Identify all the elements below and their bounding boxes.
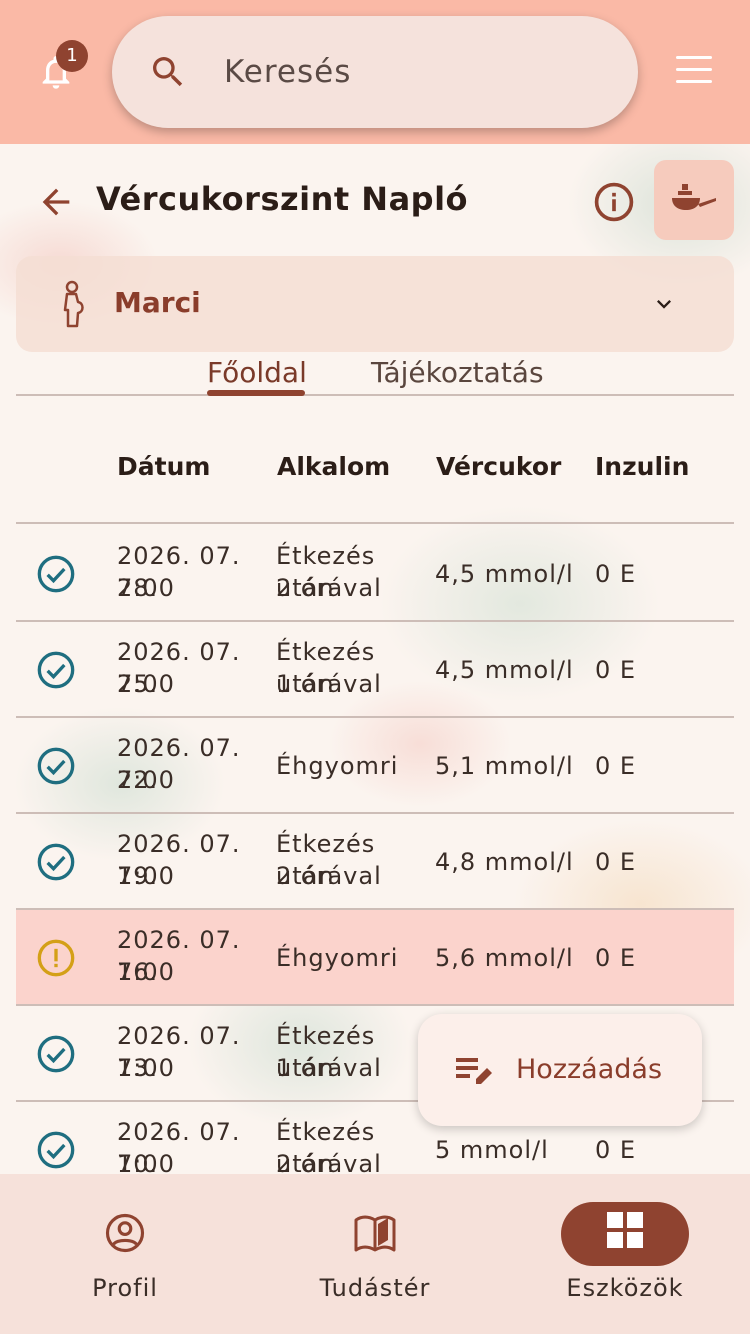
check-circle-icon [37,555,75,593]
entry-insulin: 0 E [595,944,637,972]
nav-item-profile[interactable]: Profil [0,1174,250,1334]
entry-occasion-detail: 1 órával [276,670,382,698]
entry-time: 7:00 [117,1150,175,1174]
spoon-icon [672,184,716,210]
entry-blood-sugar: 4,5 mmol/l [435,560,574,588]
add-entry-button[interactable]: Hozzáadás [418,1014,702,1126]
profile-name: Marci [114,286,201,319]
entry-insulin: 0 E [595,752,637,780]
nav-label-tools: Eszközök [566,1274,684,1302]
bottom-navigation: Profil Tudástér Eszközök [0,1174,750,1334]
check-circle-icon [37,1035,75,1073]
entry-occasion: Éhgyomri [276,944,399,972]
entry-insulin: 0 E [595,560,637,588]
nav-item-tools[interactable]: Eszközök [500,1174,750,1334]
entry-insulin: 0 E [595,1136,637,1164]
table-row[interactable]: 2026. 07. 22. 7:00 Éhgyomri 5,1 mmol/l 0 E [16,718,734,814]
table-row[interactable]: 2026. 07. 25. 7:00 Étkezés után 1 órával 4,5… [16,622,734,718]
entry-occasion: Éhgyomri [276,752,399,780]
column-header-insulin: Inzulin [595,452,690,481]
search-icon [153,57,183,87]
page-title: Vércukorszint Napló [96,180,469,218]
chevron-down-icon [657,300,671,309]
arrow-back-icon[interactable] [36,182,76,222]
tab-information[interactable]: Tájékoztatás [371,356,544,389]
entry-time: 7:00 [117,1054,175,1082]
entry-blood-sugar: 4,5 mmol/l [435,656,574,684]
entry-occasion-detail: 2 órával [276,1150,382,1174]
entry-blood-sugar: 5 mmol/l [435,1136,549,1164]
table-row[interactable]: 2026. 07. 19. 7:00 Étkezés után 2 órával 4,8… [16,814,734,910]
check-circle-icon [37,651,75,689]
top-app-bar: 1 [0,0,750,144]
add-entry-label: Hozzáadás [516,1054,663,1085]
entry-time: 7:00 [117,574,175,602]
entry-time: 7:00 [117,766,175,794]
table-header: Dátum Alkalom Vércukor Inzulin [16,396,734,524]
entry-occasion-detail: 1 órával [276,1054,382,1082]
search-input[interactable] [224,46,604,98]
entry-insulin: 0 E [595,848,637,876]
entry-insulin: 0 E [595,656,637,684]
hamburger-menu-icon[interactable] [676,56,712,88]
info-icon[interactable] [592,180,636,224]
nav-label-knowledge: Tudástér [319,1274,431,1302]
search-bar[interactable] [112,16,638,128]
entry-occasion-detail: 2 órával [276,862,382,890]
entry-blood-sugar: 5,6 mmol/l [435,944,574,972]
warning-icon [37,939,75,977]
column-header-date: Dátum [117,452,211,481]
notification-badge: 1 [56,40,88,72]
column-header-occasion: Alkalom [277,452,391,481]
entry-occasion-detail: 2 órával [276,574,382,602]
grid-icon [607,1212,643,1248]
pregnant-person-icon [63,280,84,328]
profile-selector[interactable]: Marci [16,256,734,352]
entry-blood-sugar: 5,1 mmol/l [435,752,574,780]
entry-time: 7:00 [117,958,175,986]
check-circle-icon [37,1131,75,1169]
table-row[interactable]: 2026. 07. 28. 7:00 Étkezés után 2 órával 4,5… [16,526,734,622]
edit-note-icon [456,1058,492,1084]
tab-bar: Főoldal Tájékoztatás [16,352,734,396]
check-circle-icon [37,747,75,785]
entry-time: 7:00 [117,670,175,698]
entry-time: 7:00 [117,862,175,890]
column-header-blood-sugar: Vércukor [436,452,562,481]
entry-blood-sugar: 4,8 mmol/l [435,848,574,876]
medicine-spoon-button[interactable] [654,160,734,240]
nav-item-knowledge[interactable]: Tudástér [250,1174,500,1334]
tab-main[interactable]: Főoldal [207,356,307,389]
book-icon [354,1215,396,1252]
nav-label-profile: Profil [92,1274,158,1302]
table-row[interactable]: 2026. 07. 16. 7:00 Éhgyomri 5,6 mmol/l 0 E [16,910,734,1006]
page-header: Vércukorszint Napló [0,160,750,244]
check-circle-icon [37,843,75,881]
account-circle-icon [105,1213,145,1253]
